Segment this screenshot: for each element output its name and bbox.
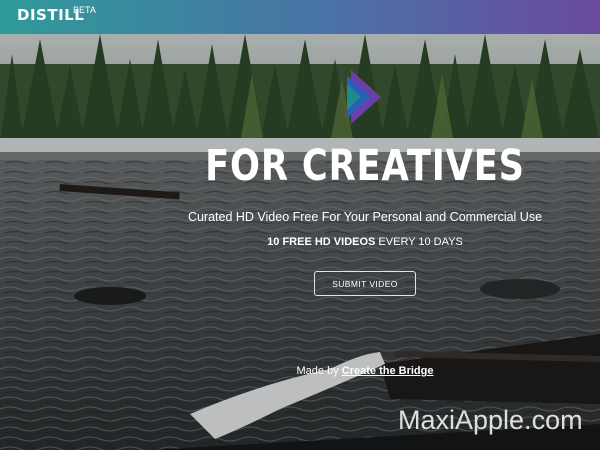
distill-logo-icon [347,70,381,124]
top-bar: DISTILL BETA [0,0,600,34]
hero-subtitle: Curated HD Video Free For Your Personal … [187,210,543,224]
create-the-bridge-link[interactable]: Create the Bridge [342,365,434,377]
hero-headline: FOR CREATIVES [205,141,525,191]
video-count-line: 10 FREE HD VIDEOS EVERY 10 DAYS [0,236,600,248]
video-count-rest: EVERY 10 DAYS [375,236,463,248]
submit-video-button[interactable]: SUBMIT VIDEO [314,271,416,296]
watermark-text: MaxiApple.com [398,405,583,435]
video-count-bold: 10 FREE HD VIDEOS [267,236,376,248]
beta-badge: BETA [73,5,96,15]
made-by-prefix: Made by [296,365,342,377]
made-by-credit: Made by Create the Bridge [0,365,600,377]
